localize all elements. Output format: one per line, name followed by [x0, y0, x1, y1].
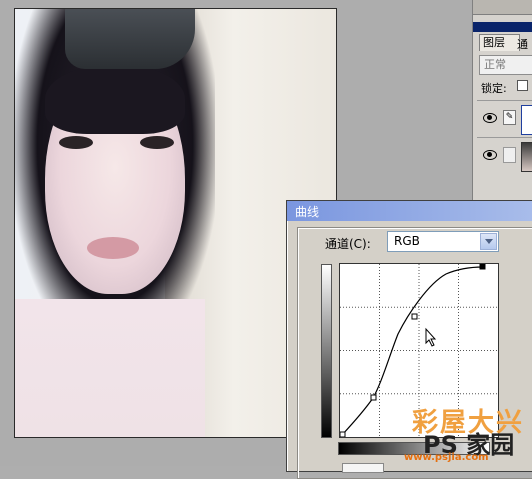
curve-point-end[interactable]: [479, 263, 486, 270]
link-slot[interactable]: [503, 147, 516, 163]
photo-eye-left: [59, 136, 93, 149]
dialog-titlebar[interactable]: 曲线: [287, 201, 532, 221]
blend-mode-select[interactable]: 正常: [479, 55, 532, 75]
watermark-url: www.psjia.com: [404, 452, 489, 463]
layer-thumbnail[interactable]: [521, 142, 532, 172]
curve-point-start[interactable]: [339, 431, 346, 438]
channel-label: 通道(C):: [325, 237, 371, 251]
brush-icon: ✎: [503, 110, 516, 125]
layer-mask-thumbnail[interactable]: [521, 105, 532, 135]
eye-icon[interactable]: [483, 113, 497, 123]
photo-shoulder: [15, 299, 205, 437]
lock-label: 锁定:: [481, 82, 507, 95]
panel-titlebar[interactable]: [473, 22, 532, 32]
cursor-icon: [425, 327, 437, 347]
photo-eye-right: [140, 136, 174, 149]
panel-topstrip: [473, 0, 532, 15]
output-gradient-bar: [321, 264, 332, 438]
layer-row-background[interactable]: [477, 137, 532, 174]
layer-row-curves[interactable]: ✎: [477, 100, 532, 137]
chevron-down-icon[interactable]: [480, 233, 497, 250]
lock-transparency-checkbox[interactable]: [517, 80, 528, 91]
tab-channels[interactable]: 通: [517, 36, 528, 52]
curve-point[interactable]: [370, 394, 377, 401]
tab-layers[interactable]: 图层: [479, 34, 520, 51]
channel-select[interactable]: RGB: [387, 231, 499, 252]
dialog-title: 曲线: [295, 205, 320, 219]
photo-bangs: [45, 64, 185, 134]
channel-select-value: RGB: [394, 234, 420, 248]
eye-icon[interactable]: [483, 150, 497, 160]
input-value-field[interactable]: [342, 463, 384, 473]
photo-lips: [87, 237, 139, 259]
photo-cap: [65, 9, 195, 69]
curve-point[interactable]: [411, 313, 418, 320]
